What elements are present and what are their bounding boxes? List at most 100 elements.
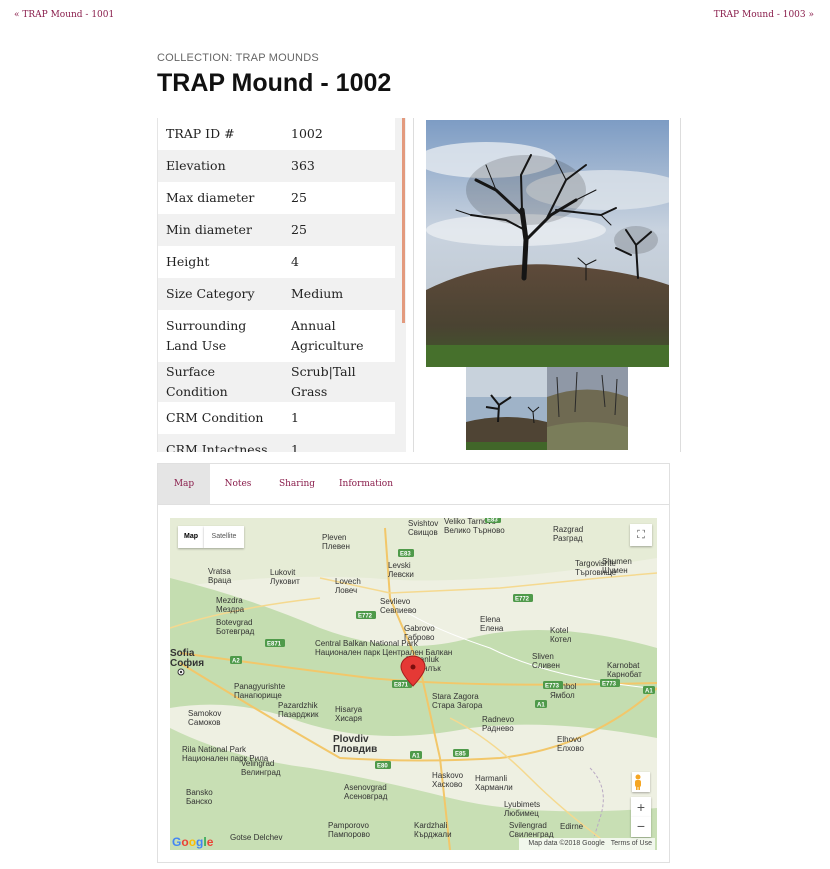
tab-bar: Map Notes Sharing Information [158,464,669,505]
attribute-value: Annual Agriculture [291,318,364,353]
map-place-label: Pamporovo Пампорово [328,821,371,839]
next-mound-link[interactable]: TRAP Mound - 1003 » [714,10,814,20]
attribute-row: Size Category Medium [158,278,395,310]
map-place-label: Karnobat Карнобат [607,661,642,679]
map-place-label: Edirne [560,822,584,831]
attribute-value: 1 [291,442,299,452]
svg-text:E871: E871 [267,641,282,647]
svg-text:A1: A1 [537,702,545,708]
svg-text:E772: E772 [515,596,530,602]
tab-information[interactable]: Information [338,464,394,504]
map-place-label: Hisarya Хисаря [335,705,363,723]
road-shield: E772 [513,594,533,602]
map-place-label: Panagyurishte Панагюрище [234,682,286,700]
map-type-map-button[interactable]: Map [178,526,204,548]
attribute-row: Surface Condition Scrub|Tall Grass [158,362,395,402]
road-shield: E80 [375,761,391,769]
zoom-out-button[interactable]: − [631,817,651,837]
map-place-label: Radnevo Раднево [482,715,515,733]
google-logo: Google [172,835,214,849]
map-place-label: Targovishte Търговище [575,559,617,577]
mound-photo[interactable] [426,120,669,367]
svg-text:E773: E773 [602,681,617,687]
details-tabs: Map Notes Sharing Information Svishtov Св… [157,463,670,863]
svg-text:E83: E83 [400,551,411,557]
attribute-key: Surrounding Land Use [166,318,247,353]
terms-of-use-link[interactable]: Terms of Use [611,840,652,847]
thumbnail-2[interactable] [547,367,628,450]
road-shield: E772 [356,611,376,619]
attribute-key: Min diameter [166,222,252,237]
map-place-label: Elhovo Елхово [557,735,585,753]
attribute-value: 363 [291,158,315,173]
map-place-label: Pazardzhik Пазарджик [278,701,319,719]
attribute-key: CRM Intactness [166,442,268,452]
attributes-panel[interactable]: TRAP ID # 1002 Elevation 363 Max diameter 2… [157,118,406,452]
map-place-label: Stara Zagora Стара Загора [432,692,483,710]
attribute-row: Surrounding Land Use Annual Agriculture [158,310,395,362]
fullscreen-icon[interactable]: ⛶ [630,524,652,546]
attribute-row: CRM Condition 1 [158,402,395,434]
svg-text:E80: E80 [377,763,388,769]
map-place-label: Samokov Самоков [188,709,221,727]
street-view-pegman-icon[interactable] [632,772,650,792]
svg-text:E773: E773 [545,683,560,689]
attribute-key: CRM Condition [166,410,264,425]
map-type-satellite-button[interactable]: Satellite [204,526,244,548]
attribute-value: 1 [291,410,299,425]
tab-sharing[interactable]: Sharing [276,464,318,504]
attribute-value: 1002 [291,126,323,141]
road-shield: E83 [485,518,501,523]
map-place-label: Lyubimets Любимец [504,800,540,818]
tab-notes[interactable]: Notes [220,464,256,504]
map-place-label: Lovech Ловеч [335,577,361,595]
svg-text:E871: E871 [394,682,409,688]
road-shield: E83 [398,549,414,557]
map-place-label: Svishtov Свищов [408,519,438,537]
svg-text:A1: A1 [645,688,653,694]
attribute-key: Height [166,254,210,269]
zoom-in-button[interactable]: + [631,797,651,817]
attribute-row: CRM Intactness 1 [158,434,395,452]
road-shield: A1 [410,751,422,759]
svg-text:A1: A1 [412,753,420,759]
attribute-value: Scrub|Tall Grass [291,364,356,399]
attribute-key: Surface Condition [166,364,228,399]
map-canvas[interactable]: Svishtov Свищов Pleven Плевен Razgrad Разград… [170,518,657,850]
map-place-label: Bansko Банско [186,788,213,806]
road-shield: A1 [643,686,655,694]
tab-map[interactable]: Map [158,464,210,504]
map-place-label: Pleven Плевен [322,533,350,551]
attributes-scrollbar-thumb[interactable] [402,118,405,323]
map-place-label: Razgrad Разград [553,525,583,543]
map-data-credit: Map data ©2018 Google [528,840,605,847]
map-place-label: Vratsa Враца [208,567,232,585]
svg-text:A2: A2 [232,658,240,664]
map-place-label: Asenovgrad Асеновград [344,783,388,801]
map-place-label: Botevgrad Ботевград [216,618,255,636]
svg-text:E772: E772 [358,613,373,619]
page-title: TRAP Mound - 1002 [157,69,392,97]
map-place-label: Kardzhali Кърджали [414,821,452,839]
attribute-value: Medium [291,286,344,301]
map-place-label: Mezdra Мездра [216,596,245,614]
road-shield: E773 [543,681,563,689]
attribute-value: 25 [291,190,307,205]
media-panel [413,118,681,452]
attribute-value: 25 [291,222,307,237]
previous-mound-link[interactable]: « TRAP Mound - 1001 [14,10,114,20]
attribute-value: 4 [291,254,299,269]
attribute-key: Size Category [166,286,255,301]
attribute-row: Height 4 [158,246,395,278]
map-place-label: Haskovo Хасково [432,771,464,789]
attribute-key: Max diameter [166,190,255,205]
thumbnail-1[interactable] [466,367,547,450]
collection-label: COLLECTION: TRAP MOUNDS [157,52,319,64]
attribute-row: Max diameter 25 [158,182,395,214]
road-shield: A2 [230,656,242,664]
attribute-key: Elevation [166,158,226,173]
attribute-row: Elevation 363 [158,150,395,182]
map-place-label: Elena Елена [480,615,504,633]
road-shield: E773 [600,679,620,687]
location-map[interactable]: Svishtov Свищов Pleven Плевен Razgrad Разград… [170,518,657,850]
